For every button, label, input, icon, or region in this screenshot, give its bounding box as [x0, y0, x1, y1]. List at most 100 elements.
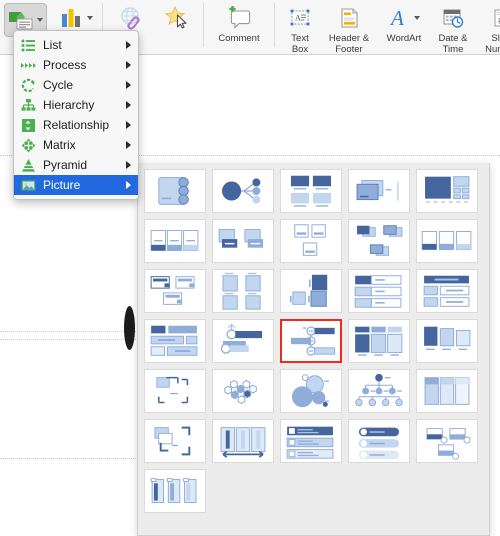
tile-vertical-picture-accent-list[interactable] [280, 419, 342, 463]
smartart-picture-gallery[interactable] [137, 163, 490, 536]
chevron-down-icon[interactable] [37, 18, 43, 22]
menu-item-label: List [43, 38, 62, 52]
slide-number-glyph: # [494, 9, 500, 27]
tile-picture-frame-compare[interactable] [144, 419, 206, 463]
chart-icon[interactable] [60, 3, 93, 33]
tile-radial-picture-list[interactable] [348, 319, 410, 363]
tile-bending-picture-caption[interactable] [348, 169, 410, 213]
tile-vertical-picture-strips[interactable] [416, 419, 478, 463]
action-button[interactable] [156, 0, 198, 34]
menu-item-hierarchy[interactable]: Hierarchy [14, 95, 138, 115]
menu-item-relationship[interactable]: Relationship [14, 115, 138, 135]
submenu-arrow-icon[interactable] [126, 61, 131, 69]
menu-item-list[interactable]: List [14, 35, 138, 55]
tile-framed-text-picture[interactable] [212, 269, 274, 313]
chevron-down-icon[interactable] [86, 16, 93, 20]
tile-accented-picture[interactable] [144, 169, 206, 213]
ribbon-separator-2 [203, 3, 204, 47]
menu-item-picture[interactable]: Picture [14, 175, 138, 195]
submenu-arrow-icon[interactable] [126, 41, 131, 49]
hierarchy-icon [21, 98, 36, 113]
menu-item-pyramid[interactable]: Pyramid [14, 155, 138, 175]
chevron-down-icon[interactable] [413, 16, 420, 20]
submenu-arrow-icon[interactable] [126, 181, 131, 189]
pyramid-icon [21, 158, 36, 173]
slide-number-button[interactable]: # Slide Number [476, 0, 500, 55]
tile-picture-lineup[interactable] [212, 319, 274, 363]
ribbon-separator-3 [274, 3, 275, 47]
text-box-button[interactable]: A Text Box [280, 0, 320, 55]
process-icon [21, 58, 36, 73]
star-cursor-glyph [164, 6, 187, 29]
tile-theme-picture-alternating[interactable] [348, 419, 410, 463]
picture-icon [21, 178, 36, 193]
comment-button[interactable]: Comment [209, 0, 269, 45]
wordart-glyph: A [389, 7, 404, 29]
tile-picture-grid[interactable] [348, 219, 410, 263]
menu-item-matrix[interactable]: Matrix [14, 135, 138, 155]
smartart-glyph [9, 12, 33, 30]
guide-top [0, 331, 140, 332]
text-box-glyph: A [290, 9, 310, 26]
slide-number-label: Slide Number [485, 33, 500, 55]
submenu-arrow-icon[interactable] [126, 81, 131, 89]
guide-lower [0, 458, 140, 459]
header-footer-label: Header & Footer [328, 33, 370, 55]
menu-item-process[interactable]: Process [14, 55, 138, 75]
tile-sequential-picture-process[interactable] [144, 469, 206, 513]
date-time-icon[interactable] [441, 3, 465, 33]
tile-bending-picture-blocks[interactable] [280, 169, 342, 213]
date-time-label: Date & Time [438, 33, 468, 55]
tile-picture-accent-list[interactable] [144, 319, 206, 363]
tile-hexagon-cluster[interactable] [280, 269, 342, 313]
date-time-button[interactable]: Date & Time [430, 0, 476, 55]
tile-spiral-picture[interactable] [144, 369, 206, 413]
globe-link-glyph [121, 7, 140, 30]
menu-item-label: Matrix [43, 138, 76, 152]
menu-item-label: Process [43, 58, 87, 72]
chart-button[interactable] [55, 0, 97, 34]
menu-item-cycle[interactable]: Cycle [14, 75, 138, 95]
tile-captioned-pictures[interactable] [212, 219, 274, 263]
header-footer-glyph [341, 8, 358, 28]
text-box-label: Text Box [291, 33, 309, 55]
tile-picture-organization-chart[interactable] [280, 319, 342, 363]
tile-hexagon-radial[interactable] [212, 369, 274, 413]
tile-picture-strips[interactable] [416, 219, 478, 263]
tile-picture-caption-list[interactable] [280, 219, 342, 263]
wordart-button[interactable]: A WordArt [378, 0, 430, 45]
relationship-icon [21, 118, 36, 133]
tile-bending-picture-semi-transparent-text[interactable] [416, 169, 478, 213]
hyperlink-icon[interactable] [119, 3, 145, 33]
submenu-arrow-icon[interactable] [126, 121, 131, 129]
tile-titled-picture-blocks[interactable] [212, 419, 274, 463]
slide-number-icon[interactable]: # [490, 3, 500, 33]
cycle-icon [21, 78, 36, 93]
header-footer-icon[interactable] [337, 3, 361, 33]
text-box-icon[interactable]: A [288, 3, 312, 33]
wordart-icon[interactable]: A [389, 3, 420, 33]
tile-circular-picture-callout[interactable] [144, 269, 206, 313]
wordart-label: WordArt [386, 33, 422, 44]
menu-item-label: Cycle [43, 78, 74, 92]
chart-glyph [61, 9, 80, 27]
submenu-arrow-icon[interactable] [126, 161, 131, 169]
star-cursor-icon[interactable] [164, 3, 190, 33]
tile-bending-picture-caption-list[interactable] [212, 169, 274, 213]
smartart-category-menu[interactable]: List Process Cycle Hierarchy Relationshi… [13, 30, 139, 200]
tile-bubble-cluster[interactable] [280, 369, 342, 413]
comment-icon[interactable] [226, 3, 252, 33]
oval-shape[interactable] [124, 306, 135, 350]
header-footer-button[interactable]: Header & Footer [320, 0, 378, 55]
tile-vertical-picture-list[interactable] [416, 369, 478, 413]
tile-picture-accent-blocks[interactable] [416, 269, 478, 313]
calendar-clock-glyph [443, 9, 464, 28]
tile-horizontal-picture-list[interactable] [348, 269, 410, 313]
tile-snapshot-picture-list[interactable] [416, 319, 478, 363]
submenu-arrow-icon[interactable] [126, 101, 131, 109]
svg-text:A: A [295, 14, 301, 23]
tile-hierarchy-picture-chart[interactable] [348, 369, 410, 413]
tile-bubble-picture-list[interactable] [144, 219, 206, 263]
submenu-arrow-icon[interactable] [126, 141, 131, 149]
menu-item-label: Hierarchy [43, 98, 95, 112]
